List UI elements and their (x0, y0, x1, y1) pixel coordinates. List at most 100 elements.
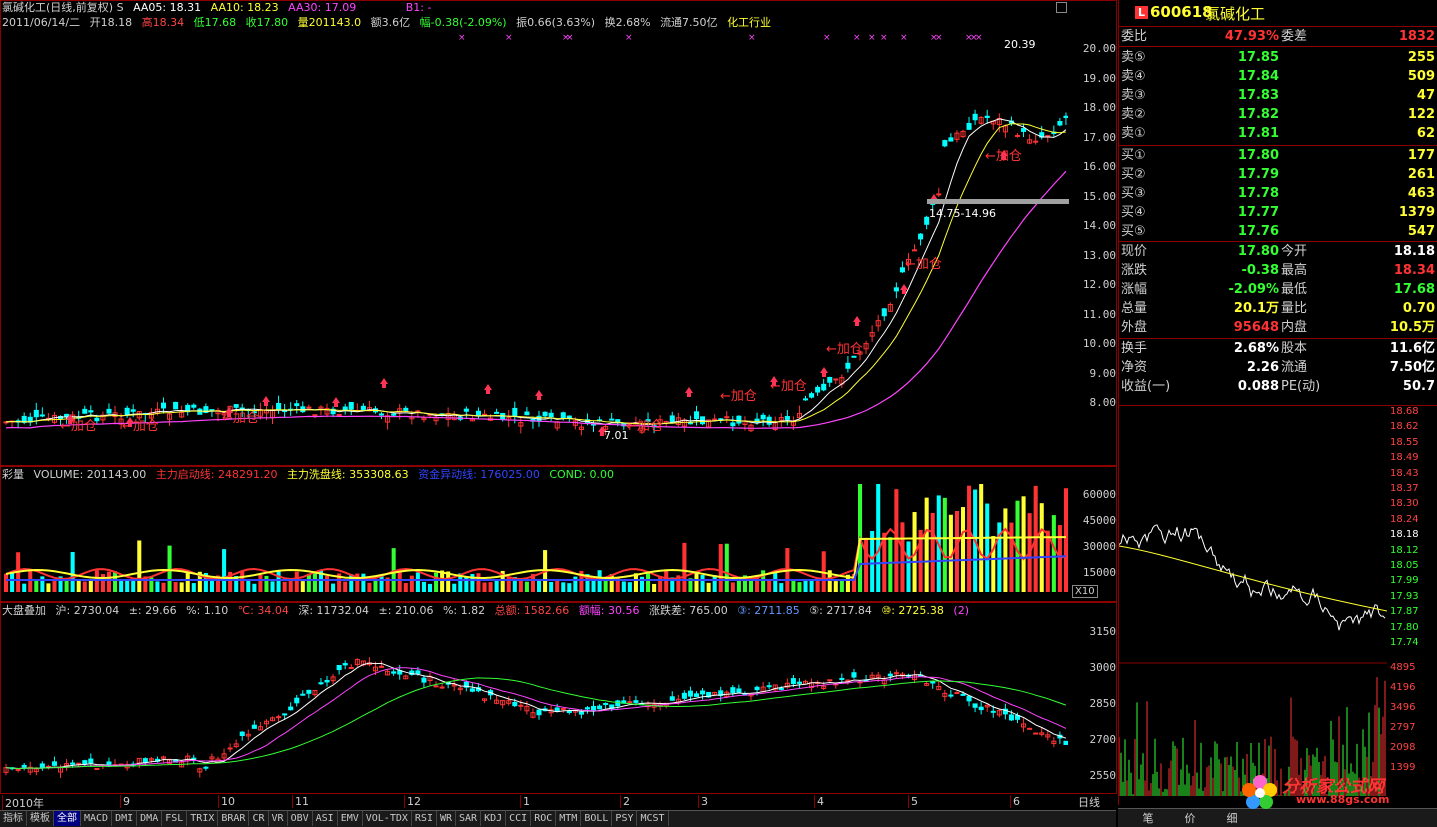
low-mark: 7.01 (604, 429, 629, 442)
buy-arrow-icon (820, 367, 828, 377)
ask-label: 卖⑤ (1121, 50, 1146, 65)
intraday-chart[interactable] (1119, 406, 1387, 796)
detail-tab-1[interactable]: 价 (1172, 810, 1208, 826)
tab-kdj[interactable]: KDJ (481, 811, 507, 826)
ma10-line (5, 123, 1066, 425)
tab-brar[interactable]: BRAR (218, 811, 250, 826)
intraday-price-tick: 17.99 (1390, 575, 1419, 587)
tab-dma[interactable]: DMA (137, 811, 163, 826)
volume-bar (555, 580, 560, 592)
candlestick-chart[interactable]: × × ×× × × × × × × × ×× ×××←加仓 ←加仓←加仓←加仓←加仓←加仓←加仓←加仓… (0, 30, 1068, 460)
ask-label: 卖② (1121, 107, 1146, 122)
detail-tab-2[interactable]: 细 (1214, 810, 1250, 826)
index-chart[interactable] (0, 620, 1068, 792)
candle-body (82, 408, 88, 414)
candle-body (833, 378, 839, 381)
index-candle-body (536, 709, 542, 716)
bid-price: 17.80 (1237, 148, 1279, 163)
intraday-price-tick: 18.18 (1390, 529, 1419, 541)
add-position-label: ←加仓 (826, 342, 863, 357)
volume-bar (494, 580, 499, 592)
index-sz: 深: 11732.04 (298, 604, 370, 617)
signal-x-marker: × (458, 33, 466, 43)
quote-value: -0.38 (1241, 263, 1279, 278)
tab-fsl[interactable]: FSL (162, 811, 188, 826)
tab-指标[interactable]: 指标 (0, 811, 27, 826)
volume-bar (646, 572, 651, 592)
time-tick: 11 (292, 795, 309, 808)
ask-qty: 62 (1416, 126, 1435, 141)
volume-bar (839, 579, 844, 592)
signal-x-marker: × (880, 33, 888, 43)
volume-bar (603, 579, 608, 592)
tab-psy[interactable]: PSY (612, 811, 638, 826)
index-candle-body (948, 694, 954, 697)
intraday-price-tick: 18.49 (1390, 452, 1419, 464)
tab-sar[interactable]: SAR (456, 811, 482, 826)
index-candle-body (566, 710, 572, 714)
index-candle-body (433, 685, 439, 688)
tab-cci[interactable]: CCI (506, 811, 532, 826)
tab-全部[interactable]: 全部 (54, 811, 81, 826)
index-title: 大盘叠加 (2, 604, 46, 617)
volume-bar (712, 575, 717, 592)
quote-label: 涨跌 (1121, 263, 1148, 278)
tab-mcst[interactable]: MCST (637, 811, 669, 826)
stock-header: L 600618 氯碱化工 (1119, 0, 1437, 27)
tab-macd[interactable]: MACD (81, 811, 113, 826)
candle-body (64, 413, 70, 418)
tab-emv[interactable]: EMV (338, 811, 363, 826)
maximize-icon[interactable] (1056, 2, 1067, 13)
candle-body (312, 414, 318, 417)
candle-body (160, 402, 167, 409)
tab-vol-tdx[interactable]: VOL-TDX (363, 811, 412, 826)
volume-bar (415, 572, 420, 592)
index-candle-body (15, 768, 21, 771)
volume-bar (361, 573, 366, 592)
volume-bar (652, 583, 657, 592)
tab-wr[interactable]: WR (437, 811, 457, 826)
index-candle-body (584, 707, 591, 710)
volume-bar (331, 583, 336, 592)
volume-bar (270, 581, 275, 592)
candle-body (33, 409, 39, 418)
index-candle-body (960, 693, 966, 696)
fund-value-2: 7.50亿 (1389, 360, 1435, 375)
index-candle-body (1033, 732, 1039, 735)
volume-value: VOLUME: 201143.00 (33, 468, 147, 481)
add-position-label: ←加仓 (60, 419, 97, 434)
quote-label: 涨幅 (1121, 282, 1148, 297)
ask-row: 卖① 17.81 62 (1119, 124, 1437, 143)
tab-roc[interactable]: ROC (531, 811, 557, 826)
index-sh: 沪: 2730.04 (55, 604, 120, 617)
tab-trix[interactable]: TRIX (187, 811, 219, 826)
price-tick: 16.00 (1082, 160, 1116, 173)
tab-rsi[interactable]: RSI (412, 811, 437, 826)
volume-bar (179, 582, 184, 592)
volume-chart[interactable] (0, 484, 1068, 600)
tab-asi[interactable]: ASI (313, 811, 338, 826)
tab-dmi[interactable]: DMI (112, 811, 138, 826)
volume-bar (70, 552, 75, 592)
buy-arrow-icon (262, 396, 270, 406)
detail-tab-0[interactable]: 笔 (1130, 810, 1166, 826)
time-axis: 2010年 9 10 11 12 1 2 3 4 5 6 (0, 794, 1070, 811)
time-tick: 6 (1010, 795, 1020, 808)
tab-模板[interactable]: 模板 (27, 811, 54, 826)
ma30-value: AA30: 17.09 (288, 1, 357, 14)
tab-vr[interactable]: VR (269, 811, 288, 826)
cond-value: COND: 0.00 (549, 468, 615, 481)
bid-qty: 1379 (1398, 205, 1435, 220)
tab-mtm[interactable]: MTM (556, 811, 582, 826)
tab-boll[interactable]: BOLL (581, 811, 613, 826)
index-pm1: ±: 29.66 (128, 604, 177, 617)
candle-body (130, 409, 136, 412)
period-label[interactable]: 日线 (1078, 794, 1100, 810)
quote-label-2: 内盘 (1281, 320, 1308, 335)
tab-cr[interactable]: CR (249, 811, 269, 826)
index-candle-body (930, 681, 936, 684)
index-candle-body (342, 663, 348, 666)
quote-label-2: 量比 (1281, 301, 1308, 316)
tab-obv[interactable]: OBV (288, 811, 313, 826)
index-candle-body (294, 697, 300, 704)
